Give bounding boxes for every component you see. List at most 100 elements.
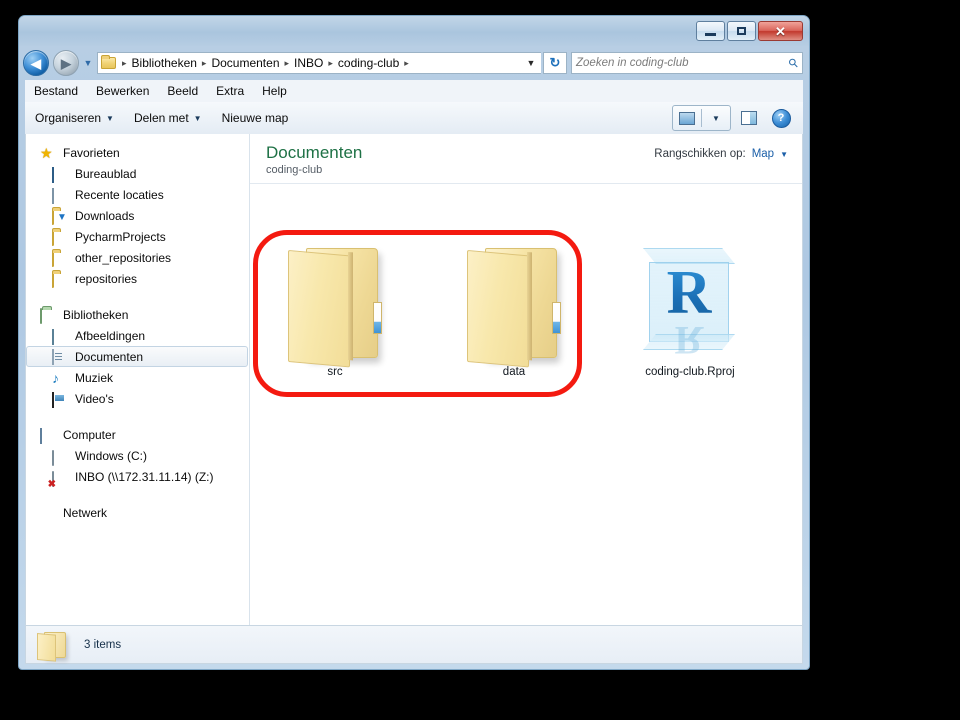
star-icon: ★ xyxy=(40,144,53,161)
view-icon xyxy=(679,111,695,125)
menu-item-bewerken[interactable]: Bewerken xyxy=(87,82,158,100)
breadcrumb-separator: ▸ xyxy=(404,57,409,68)
list-item[interactable]: data xyxy=(455,240,573,378)
menu-item-help[interactable]: Help xyxy=(253,82,296,100)
music-icon: ♪ xyxy=(52,369,59,386)
rproject-icon: R R xyxy=(635,240,745,363)
video-icon xyxy=(52,391,69,408)
sidebar-item-windows-c[interactable]: Windows (C:) xyxy=(26,445,249,466)
status-bar: 3 items xyxy=(25,626,803,664)
sidebar-item-recente-locaties[interactable]: Recente locaties xyxy=(26,184,249,205)
sidebar-item-documenten[interactable]: Documenten xyxy=(26,346,248,367)
downloads-folder-icon: ▼ xyxy=(52,208,69,225)
sidebar-label: Computer xyxy=(63,427,116,442)
item-label: data xyxy=(502,366,526,378)
chevron-down-icon: ▼ xyxy=(712,113,720,123)
arrange-by-label: Rangschikken op: xyxy=(654,148,746,160)
back-arrow-icon: ◀ xyxy=(31,55,41,71)
menu-item-bestand[interactable]: Bestand xyxy=(25,82,87,100)
view-options-group[interactable]: ▼ xyxy=(672,105,731,131)
breadcrumb[interactable]: ▸ Bibliotheken ▸ Documenten ▸ INBO ▸ cod… xyxy=(97,52,541,74)
items-area[interactable]: src data R R coding-club.Rproj xyxy=(250,184,802,625)
nav-group-favorieten: ★ Favorieten Bureaublad Recente locaties… xyxy=(26,142,249,289)
sidebar-item-downloads[interactable]: ▼ Downloads xyxy=(26,205,249,226)
library-header: Documenten coding-club Rangschikken op: … xyxy=(250,134,802,184)
breadcrumb-item-0[interactable]: Bibliotheken xyxy=(129,55,200,71)
organize-label: Organiseren xyxy=(35,111,102,125)
sidebar-item-repositories[interactable]: repositories xyxy=(26,268,249,289)
nav-group-computer: Computer Windows (C:) INBO (\\172.31.11.… xyxy=(26,424,249,487)
folder-icon xyxy=(36,630,70,662)
new-folder-button[interactable]: Nieuwe map xyxy=(212,108,299,128)
chevron-down-icon: ▼ xyxy=(193,113,202,123)
title-bar[interactable]: ✕ xyxy=(19,16,809,46)
file-list-pane[interactable]: Documenten coding-club Rangschikken op: … xyxy=(250,134,802,625)
sidebar-item-inbo-z[interactable]: INBO (\\172.31.11.14) (Z:) xyxy=(26,466,249,487)
folder-icon xyxy=(52,250,69,267)
nav-group-bibliotheken: Bibliotheken Afbeeldingen Documenten ♪ M… xyxy=(26,304,249,409)
share-with-button[interactable]: Delen met ▼ xyxy=(124,108,212,128)
recent-locations-icon xyxy=(52,187,69,204)
organize-button[interactable]: Organiseren ▼ xyxy=(25,108,124,128)
chevron-down-icon: ▼ xyxy=(780,149,788,159)
nav-group-netwerk: Netwerk xyxy=(26,502,249,523)
sidebar-label: PycharmProjects xyxy=(75,229,166,244)
network-icon xyxy=(40,505,57,521)
breadcrumb-dropdown-icon[interactable]: ▼ xyxy=(521,58,541,68)
recent-pages-dropdown[interactable]: ▼ xyxy=(81,58,95,68)
view-dropdown-button[interactable]: ▼ xyxy=(702,106,730,130)
forward-button[interactable]: ▶ xyxy=(53,50,79,76)
preview-pane-icon xyxy=(741,111,757,125)
sidebar-item-netwerk[interactable]: Netwerk xyxy=(26,502,249,523)
list-item[interactable]: src xyxy=(276,240,394,378)
sidebar-item-favorieten[interactable]: ★ Favorieten xyxy=(26,142,249,163)
menu-item-extra[interactable]: Extra xyxy=(207,82,253,100)
address-bar-row: ◀ ▶ ▼ ▸ Bibliotheken ▸ Documenten ▸ INBO… xyxy=(19,46,809,80)
help-button[interactable]: ? xyxy=(767,106,795,130)
back-button[interactable]: ◀ xyxy=(23,50,49,76)
help-icon: ? xyxy=(771,108,791,128)
sidebar-item-videos[interactable]: Video's xyxy=(26,388,249,409)
list-item[interactable]: R R coding-club.Rproj xyxy=(607,240,773,378)
sidebar-item-bureaublad[interactable]: Bureaublad xyxy=(26,163,249,184)
breadcrumb-item-2[interactable]: INBO xyxy=(291,55,326,71)
breadcrumb-separator: ▸ xyxy=(284,57,290,68)
maximize-icon xyxy=(737,27,746,35)
breadcrumb-item-1[interactable]: Documenten xyxy=(208,55,282,71)
search-input[interactable]: Zoeken in coding-club ⚲ xyxy=(571,52,803,74)
sidebar-label: Documenten xyxy=(75,349,144,364)
maximize-button[interactable] xyxy=(727,21,756,41)
preview-pane-button[interactable] xyxy=(735,106,763,130)
refresh-button[interactable]: ↻ xyxy=(543,52,567,74)
sidebar-item-afbeeldingen[interactable]: Afbeeldingen xyxy=(26,325,249,346)
menu-item-beeld[interactable]: Beeld xyxy=(158,82,207,100)
breadcrumb-separator: ▸ xyxy=(328,57,333,68)
sidebar-item-muziek[interactable]: ♪ Muziek xyxy=(26,367,249,388)
sidebar-item-bibliotheken[interactable]: Bibliotheken xyxy=(26,304,249,325)
sidebar-label: Windows (C:) xyxy=(75,448,148,463)
page-subtitle: coding-club xyxy=(266,164,323,176)
new-folder-label: Nieuwe map xyxy=(221,111,289,125)
arrange-by-control[interactable]: Rangschikken op: Map ▼ xyxy=(654,148,788,160)
sidebar-label: Netwerk xyxy=(63,505,108,520)
sidebar-item-other-repositories[interactable]: other_repositories xyxy=(26,247,249,268)
breadcrumb-item-3[interactable]: coding-club xyxy=(335,55,402,71)
arrange-by-value[interactable]: Map xyxy=(752,148,774,160)
change-view-button[interactable] xyxy=(673,106,701,130)
breadcrumb-separator: ▸ xyxy=(201,57,207,68)
library-icon xyxy=(40,307,57,324)
item-label: src xyxy=(327,366,343,378)
minimize-button[interactable] xyxy=(696,21,725,41)
sidebar-item-pycharmprojects[interactable]: PycharmProjects xyxy=(26,226,249,247)
sidebar-item-computer[interactable]: Computer xyxy=(26,424,249,445)
sidebar-label: Muziek xyxy=(75,370,114,385)
body-area: ★ Favorieten Bureaublad Recente locaties… xyxy=(25,134,803,626)
breadcrumb-separator: ▸ xyxy=(122,57,127,68)
sidebar-label: repositories xyxy=(75,271,138,286)
close-button[interactable]: ✕ xyxy=(758,21,803,41)
menu-bar: Bestand Bewerken Beeld Extra Help xyxy=(25,80,803,103)
navigation-pane[interactable]: ★ Favorieten Bureaublad Recente locaties… xyxy=(26,134,250,625)
breadcrumb-folder-icon xyxy=(101,55,117,70)
